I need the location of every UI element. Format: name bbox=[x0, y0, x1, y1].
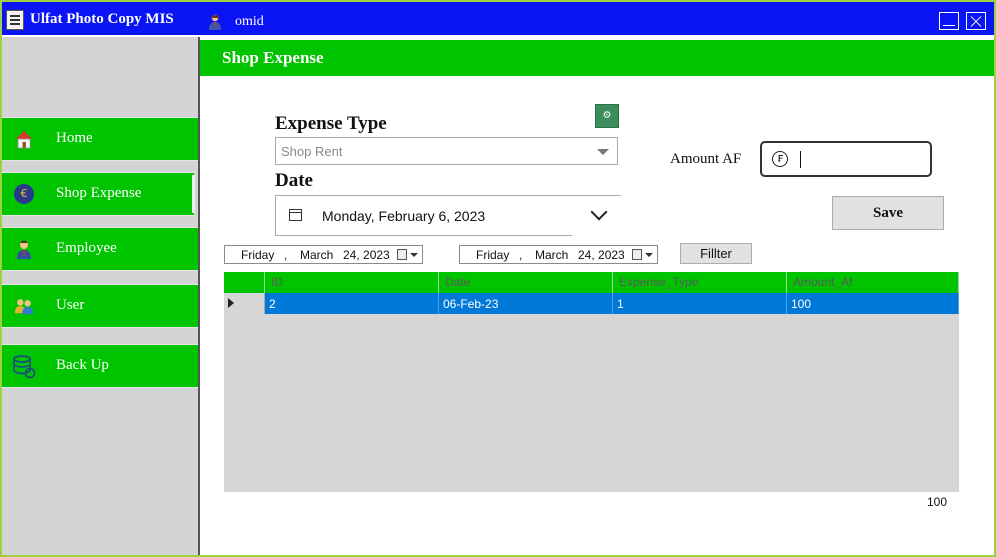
cell-date[interactable]: 06-Feb-23 bbox=[439, 293, 613, 314]
dropdown-arrow-icon bbox=[597, 149, 609, 155]
cell-expense-type[interactable]: 1 bbox=[613, 293, 787, 314]
expense-date-picker[interactable]: Monday, February 6, 2023 bbox=[275, 195, 621, 236]
sidebar-item-shop-expense[interactable]: € Shop Expense bbox=[2, 172, 195, 216]
chevron-down-icon bbox=[590, 203, 608, 221]
cell-amount[interactable]: 100 bbox=[787, 293, 959, 314]
euro-coin-icon: € bbox=[14, 184, 34, 204]
expense-table[interactable]: ID Date Expense_Type Amount_Af 2 06-Feb-… bbox=[224, 272, 959, 492]
employee-icon bbox=[17, 240, 31, 259]
app-window: Ulfat Photo Copy MIS omid Home € Shop Ex… bbox=[0, 0, 996, 557]
current-user-name: omid bbox=[235, 14, 264, 29]
database-backup-icon bbox=[13, 355, 36, 379]
page-title: Shop Expense bbox=[222, 48, 324, 67]
sidebar-item-user[interactable]: User bbox=[2, 284, 198, 328]
filter-from-date-picker[interactable]: Friday , March 24, 2023 bbox=[224, 245, 423, 264]
user-avatar-icon bbox=[209, 14, 221, 30]
dropdown-arrow-icon bbox=[410, 253, 418, 257]
amount-label: Amount AF bbox=[670, 151, 742, 167]
dropdown-arrow-icon bbox=[645, 253, 653, 257]
sidebar-item-label: Back Up bbox=[56, 357, 109, 373]
money-bag-icon: ₣ bbox=[772, 151, 788, 167]
sidebar-item-label: Employee bbox=[56, 240, 117, 256]
row-header-corner bbox=[224, 272, 265, 293]
sidebar-item-home[interactable]: Home bbox=[2, 117, 198, 161]
column-header-date[interactable]: Date bbox=[439, 272, 613, 293]
amount-input[interactable]: ₣ bbox=[760, 141, 932, 177]
app-title: Ulfat Photo Copy MIS bbox=[30, 11, 174, 27]
sidebar: Home € Shop Expense Employee User Back U… bbox=[2, 37, 200, 555]
column-header-amount[interactable]: Amount_Af bbox=[787, 272, 959, 293]
calendar-icon bbox=[289, 209, 302, 221]
current-row-arrow-icon bbox=[228, 298, 234, 308]
users-icon bbox=[14, 299, 34, 315]
save-button[interactable]: Save bbox=[832, 196, 944, 230]
total-amount: 100 bbox=[927, 495, 948, 509]
page-header: Shop Expense bbox=[200, 40, 994, 76]
sidebar-item-label: User bbox=[56, 297, 85, 313]
row-header[interactable] bbox=[224, 293, 265, 314]
sidebar-item-label: Shop Expense bbox=[56, 185, 142, 201]
column-header-id[interactable]: ID bbox=[265, 272, 439, 293]
filter-button[interactable]: Fillter bbox=[680, 243, 752, 264]
add-expense-type-button[interactable]: ⚙ bbox=[595, 104, 619, 128]
table-row[interactable]: 2 06-Feb-23 1 100 bbox=[224, 293, 959, 314]
calendar-icon bbox=[397, 249, 407, 260]
cell-id[interactable]: 2 bbox=[265, 293, 439, 314]
app-notepad-icon bbox=[6, 10, 24, 30]
sidebar-item-employee[interactable]: Employee bbox=[2, 227, 198, 271]
date-label: Date bbox=[275, 170, 313, 191]
sidebar-item-back-up[interactable]: Back Up bbox=[2, 344, 198, 388]
close-button[interactable] bbox=[966, 12, 986, 30]
expense-type-value: Shop Rent bbox=[281, 144, 343, 159]
expense-type-label: Expense Type bbox=[275, 113, 387, 134]
expense-type-dropdown[interactable]: Shop Rent bbox=[275, 137, 618, 165]
home-icon bbox=[16, 131, 32, 149]
filter-to-date-picker[interactable]: Friday , March 24, 2023 bbox=[459, 245, 658, 264]
expense-date-value: Monday, February 6, 2023 bbox=[322, 208, 486, 224]
sidebar-item-label: Home bbox=[56, 130, 93, 146]
table-header: ID Date Expense_Type Amount_Af bbox=[224, 272, 959, 293]
main-panel: Shop Expense ⚙ Expense Type Shop Rent Da… bbox=[200, 37, 994, 555]
column-header-expense-type[interactable]: Expense_Type bbox=[613, 272, 787, 293]
title-bar: Ulfat Photo Copy MIS omid bbox=[2, 2, 994, 35]
minimize-button[interactable] bbox=[939, 12, 959, 30]
text-caret bbox=[800, 151, 801, 168]
calendar-icon bbox=[632, 249, 642, 260]
